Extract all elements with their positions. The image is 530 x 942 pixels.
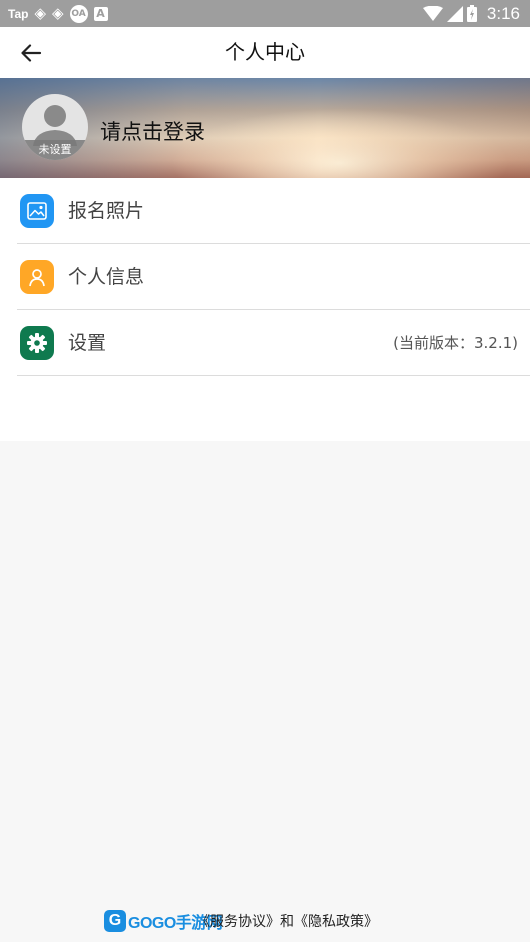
gear-icon xyxy=(20,326,54,360)
menu-list: 报名照片 个人信息 设置 (当前版本：3.2.1) xyxy=(0,178,530,441)
menu-item-settings[interactable]: 设置 (当前版本：3.2.1) xyxy=(0,310,530,376)
nav-bar: 个人中心 xyxy=(0,27,530,78)
page-title: 个人中心 xyxy=(225,40,305,64)
status-notifications: Tap ◈ ◈ OA A xyxy=(8,4,108,23)
status-bar: Tap ◈ ◈ OA A 3:16 xyxy=(0,0,530,27)
notification-app-icon: ◈ xyxy=(34,4,46,22)
menu-item-personal-info[interactable]: 个人信息 xyxy=(0,244,530,310)
logo-mark-icon: G xyxy=(104,910,126,932)
menu-item-label: 个人信息 xyxy=(68,266,145,288)
privacy-policy-link[interactable]: 《隐私政策》 xyxy=(294,914,378,930)
menu-item-label: 设置 xyxy=(68,332,107,354)
back-arrow-icon xyxy=(21,44,42,62)
footer: G GOGO手游网 《服务协议》和《隐私政策》 xyxy=(0,906,530,936)
signal-icon xyxy=(446,5,463,22)
app-version: (当前版本：3.2.1) xyxy=(393,334,518,352)
notification-badge-icon: OA xyxy=(69,4,88,23)
menu-item-photo[interactable]: 报名照片 xyxy=(0,178,530,244)
person-icon xyxy=(20,260,54,294)
legal-links: 《服务协议》和《隐私政策》 xyxy=(196,911,378,931)
status-system: 3:16 xyxy=(422,3,520,24)
notification-square-icon: A xyxy=(93,6,108,21)
service-agreement-link[interactable]: 《服务协议》 xyxy=(196,914,280,930)
conjunction-text: 和 xyxy=(280,914,294,930)
profile-banner: 未设置 请点击登录 xyxy=(0,78,530,178)
battery-icon xyxy=(466,5,477,22)
status-time: 3:16 xyxy=(486,3,520,23)
avatar[interactable]: 未设置 xyxy=(22,94,88,160)
login-prompt[interactable]: 请点击登录 xyxy=(100,116,205,146)
status-app-label: Tap xyxy=(8,6,29,21)
divider xyxy=(17,375,530,376)
avatar-status-label: 未设置 xyxy=(22,140,88,160)
menu-item-label: 报名照片 xyxy=(68,200,145,222)
notification-app-icon-2: ◈ xyxy=(52,4,64,22)
photo-icon xyxy=(20,194,54,228)
back-button[interactable] xyxy=(12,35,50,71)
wifi-icon xyxy=(422,5,443,21)
